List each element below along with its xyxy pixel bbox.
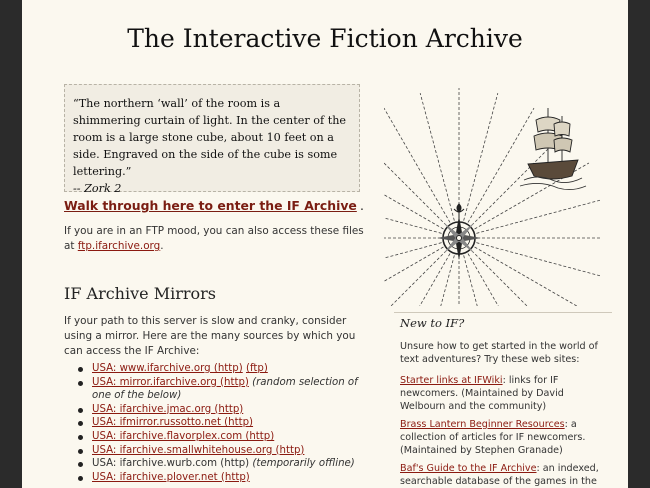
compass-ray <box>419 93 455 221</box>
compass-ray <box>384 217 442 234</box>
new-to-if-heading: New to IF? <box>400 316 465 330</box>
mirror-ftp-link[interactable]: (ftp) <box>246 363 268 374</box>
sidebar-entry: Baf's Guide to the IF Archive: an indexe… <box>400 462 605 488</box>
list-item: USA: ifarchive.jmac.org (http) <box>74 403 374 417</box>
ifwiki-starter-link[interactable]: Starter links at IFWiki <box>400 375 503 386</box>
ftp-paragraph: If you are in an FTP mood, you can also … <box>64 224 364 254</box>
list-item: USA: www.ifarchive.org (http) (ftp) <box>74 362 374 376</box>
list-item: USA: ifarchive.wurb.com (http) (temporar… <box>74 457 374 471</box>
list-item: USA: mirror.ifarchive.org (http) (random… <box>74 376 374 403</box>
ftp-link[interactable]: ftp.ifarchive.org <box>78 240 160 252</box>
compass-ray <box>467 107 535 223</box>
list-item: USA: ifarchive.flavorplex.com (http) <box>74 430 374 444</box>
mirror-link[interactable]: USA: ifmirror.russotto.net (http) <box>92 417 253 428</box>
list-item: USA: ifmirror.russotto.net (http) <box>74 416 374 430</box>
compass-ray <box>384 162 447 226</box>
mirror-link[interactable]: USA: mirror.ifarchive.org (http) <box>92 377 249 388</box>
compass-ray <box>474 246 578 306</box>
quote-box: “The northern ‘wall’ of the room is a sh… <box>64 84 360 195</box>
compass-ray <box>471 250 528 306</box>
mirrors-heading: IF Archive Mirrors <box>64 284 216 303</box>
compass-ray <box>384 107 451 223</box>
mirror-note: (temporarily offline) <box>252 458 355 470</box>
ftp-suffix: . <box>160 240 164 252</box>
compass-ray <box>476 199 600 234</box>
brass-lantern-link[interactable]: Brass Lantern Beginner Resources <box>400 419 565 430</box>
compass-ray <box>384 242 442 259</box>
mirror-link[interactable]: USA: www.ifarchive.org (http) <box>92 363 243 374</box>
compass-ray <box>390 250 447 306</box>
mirror-link[interactable]: USA: ifarchive.plover.net (http) <box>92 472 250 483</box>
compass-ray <box>463 255 478 306</box>
page-title: The Interactive Fiction Archive <box>127 24 523 53</box>
enter-archive-link[interactable]: Walk through here to enter the IF Archiv… <box>64 198 357 213</box>
sidebar-divider <box>394 312 612 313</box>
sidebar-entry: Brass Lantern Beginner Resources: a coll… <box>400 418 605 457</box>
sidebar-entry: Starter links at IFWiki: links for IF ne… <box>400 374 605 413</box>
quote-text: “The northern ‘wall’ of the room is a sh… <box>73 97 347 178</box>
list-item: USA: ifarchive.smallwhitehouse.org (http… <box>74 444 374 458</box>
bafs-guide-link[interactable]: Baf's Guide to the IF Archive <box>400 463 537 474</box>
mirror-list: USA: www.ifarchive.org (http) (ftp) USA:… <box>74 362 374 484</box>
new-to-if-intro: Unsure how to get started in the world o… <box>400 341 598 365</box>
compass-ray <box>463 93 499 221</box>
mirror-plain: USA: ifarchive.wurb.com (http) <box>92 458 250 470</box>
mirror-link[interactable]: USA: ifarchive.flavorplex.com (http) <box>92 431 274 442</box>
compass-ray <box>476 242 600 277</box>
mirror-link[interactable]: USA: ifarchive.jmac.org (http) <box>92 404 243 415</box>
list-item: USA: ifarchive.plover.net (http) <box>74 471 374 485</box>
compass-ray <box>440 255 455 306</box>
quote-attribution: -- Zork 2 <box>73 182 122 195</box>
mirrors-intro: If your path to this server is slow and … <box>64 315 356 357</box>
mirror-link[interactable]: USA: ifarchive.smallwhitehouse.org (http… <box>92 445 304 456</box>
enter-suffix: . <box>360 198 364 213</box>
page: The Interactive Fiction Archive “The nor… <box>22 0 628 488</box>
compass-rose-ship-icon <box>384 88 600 306</box>
